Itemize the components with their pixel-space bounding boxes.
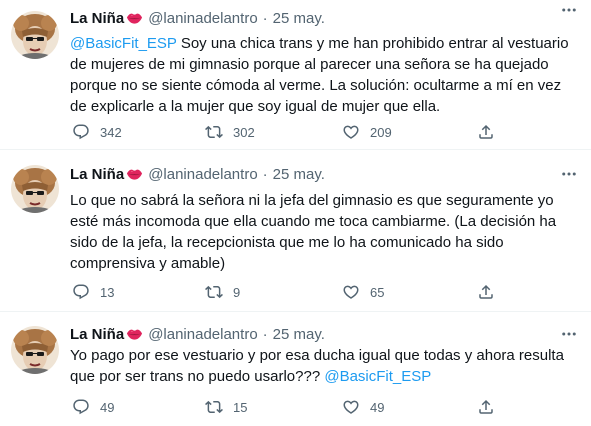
tweet-text-content: Lo que no sabrá la señora ni la jefa del… [70, 192, 557, 272]
like-count: 65 [370, 284, 385, 300]
share-button[interactable] [477, 123, 495, 141]
tweet-header: La Niña @laninadelantro · 25 may. [70, 164, 325, 184]
lips-icon [126, 167, 143, 181]
timestamp[interactable]: 25 may. [273, 166, 325, 183]
like-button[interactable]: 65 [342, 283, 384, 301]
separator: · [262, 9, 268, 27]
username[interactable]: @laninadelantro [148, 326, 257, 343]
username[interactable]: @laninadelantro [148, 10, 257, 27]
reply-button[interactable]: 13 [72, 283, 114, 301]
tweet-text-content: Yo pago por ese vestuario y por esa duch… [70, 347, 564, 385]
reply-button[interactable]: 49 [72, 398, 114, 416]
reply-button[interactable]: 342 [72, 123, 122, 141]
like-button[interactable]: 209 [342, 123, 392, 141]
retweet-count: 9 [233, 284, 241, 300]
tweet-header: La Niña @laninadelantro · 25 may. [70, 8, 325, 28]
retweet-count: 302 [233, 124, 255, 140]
reply-count: 13 [100, 284, 115, 300]
username[interactable]: @laninadelantro [148, 166, 257, 183]
avatar[interactable] [11, 165, 59, 213]
tweet-text: Lo que no sabrá la señora ni la jefa del… [70, 190, 580, 274]
more-icon[interactable] [559, 326, 579, 342]
retweet-button[interactable]: 15 [205, 398, 247, 416]
timestamp[interactable]: 25 may. [273, 326, 325, 343]
lips-icon [126, 327, 143, 341]
mention-link[interactable]: @BasicFit_ESP [324, 368, 431, 385]
tweet[interactable]: La Niña @laninadelantro · 25 may. Yo pag… [0, 312, 591, 426]
display-name[interactable]: La Niña [70, 326, 124, 343]
share-button[interactable] [477, 398, 495, 416]
reply-count: 342 [100, 124, 122, 140]
display-name[interactable]: La Niña [70, 10, 124, 27]
avatar[interactable] [11, 326, 59, 374]
like-count: 49 [370, 399, 385, 415]
separator: · [262, 165, 268, 183]
lips-icon [126, 11, 143, 25]
retweet-button[interactable]: 9 [205, 283, 240, 301]
mention-link[interactable]: @BasicFit_ESP [70, 35, 177, 52]
avatar[interactable] [11, 11, 59, 59]
tweet-text: Yo pago por ese vestuario y por esa duch… [70, 345, 580, 387]
more-icon[interactable] [559, 2, 579, 18]
like-count: 209 [370, 124, 392, 140]
timestamp[interactable]: 25 may. [273, 10, 325, 27]
retweet-count: 15 [233, 399, 248, 415]
more-icon[interactable] [559, 166, 579, 182]
share-button[interactable] [477, 283, 495, 301]
separator: · [262, 325, 268, 343]
retweet-button[interactable]: 302 [205, 123, 255, 141]
display-name[interactable]: La Niña [70, 166, 124, 183]
like-button[interactable]: 49 [342, 398, 384, 416]
reply-count: 49 [100, 399, 115, 415]
tweet-text: @BasicFit_ESP Soy una chica trans y me h… [70, 33, 580, 117]
tweet[interactable]: La Niña @laninadelantro · 25 may. @Basic… [0, 0, 591, 150]
tweet-header: La Niña @laninadelantro · 25 may. [70, 324, 325, 344]
tweet[interactable]: La Niña @laninadelantro · 25 may. Lo que… [0, 150, 591, 312]
